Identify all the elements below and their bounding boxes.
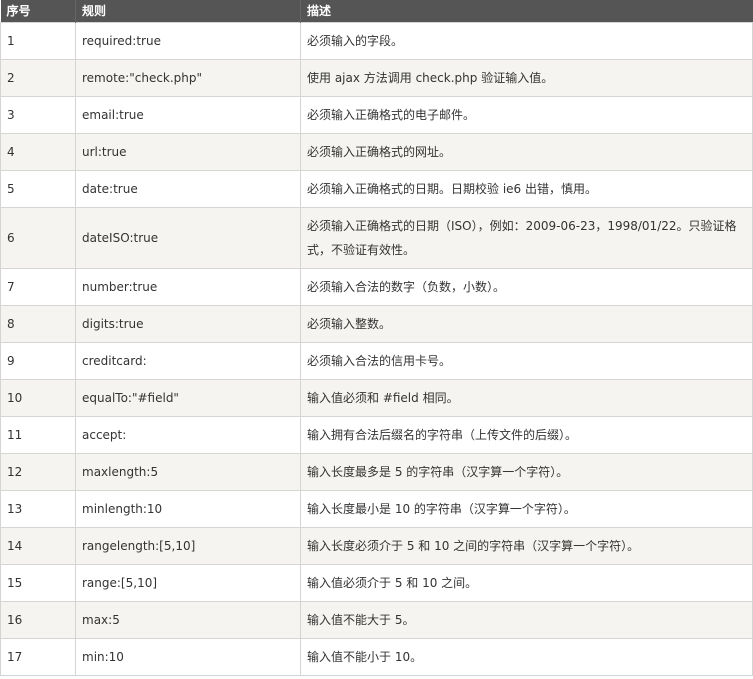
cell-description: 输入长度最多是 5 的字符串（汉字算一个字符）。	[300, 452, 753, 491]
validation-rules-table: 序号 规则 描述 1 required:true 必须输入的字段。 2 remote:"…	[0, 0, 753, 676]
table-header: 序号 规则 描述	[0, 0, 753, 22]
cell-description: 必须输入正确格式的日期。日期校验 ie6 出错，慎用。	[300, 169, 753, 208]
table-row: 1 required:true 必须输入的字段。	[0, 21, 753, 60]
table-row: 17 min:10 输入值不能小于 10。	[0, 637, 753, 676]
cell-index: 13	[0, 489, 76, 528]
cell-rule: digits:true	[75, 304, 301, 343]
cell-index: 3	[0, 95, 76, 134]
cell-rule: number:true	[75, 267, 301, 306]
cell-index: 17	[0, 637, 76, 676]
header-row: 序号 规则 描述	[0, 0, 753, 22]
table-row: 12 maxlength:5 输入长度最多是 5 的字符串（汉字算一个字符）。	[0, 452, 753, 491]
cell-rule: dateISO:true	[75, 206, 301, 269]
table-row: 3 email:true 必须输入正确格式的电子邮件。	[0, 95, 753, 134]
cell-index: 12	[0, 452, 76, 491]
cell-index: 7	[0, 267, 76, 306]
cell-description: 输入值不能大于 5。	[300, 600, 753, 639]
cell-description: 必须输入的字段。	[300, 21, 753, 60]
cell-description: 必须输入合法的信用卡号。	[300, 341, 753, 380]
cell-description: 必须输入正确格式的网址。	[300, 132, 753, 171]
cell-description: 使用 ajax 方法调用 check.php 验证输入值。	[300, 58, 753, 97]
cell-rule: email:true	[75, 95, 301, 134]
header-index: 序号	[6, 4, 31, 19]
table-row: 11 accept: 输入拥有合法后缀名的字符串（上传文件的后缀）。	[0, 415, 753, 454]
cell-description: 输入拥有合法后缀名的字符串（上传文件的后缀）。	[300, 415, 753, 454]
cell-index: 10	[0, 378, 76, 417]
header-description: 描述	[300, 0, 753, 22]
table-row: 7 number:true 必须输入合法的数字（负数，小数）。	[0, 267, 753, 306]
cell-index: 2	[0, 58, 76, 97]
cell-rule: rangelength:[5,10]	[75, 526, 301, 565]
cell-description: 必须输入合法的数字（负数，小数）。	[300, 267, 753, 306]
table-row: 6 dateISO:true 必须输入正确格式的日期（ISO），例如：2009-06…	[0, 206, 753, 269]
cell-rule: accept:	[75, 415, 301, 454]
table-row: 9 creditcard: 必须输入合法的信用卡号。	[0, 341, 753, 380]
cell-description: 输入值不能小于 10。	[300, 637, 753, 676]
table-row: 15 range:[5,10] 输入值必须介于 5 和 10 之间。	[0, 563, 753, 602]
header-rule: 规则	[75, 0, 301, 22]
cell-description: 必须输入整数。	[300, 304, 753, 343]
table-row: 2 remote:"check.php" 使用 ajax 方法调用 check.ph…	[0, 58, 753, 97]
cell-description: 输入值必须和 #field 相同。	[300, 378, 753, 417]
cell-rule: required:true	[75, 21, 301, 60]
cell-rule: minlength:10	[75, 489, 301, 528]
cell-rule: equalTo:"#field"	[75, 378, 301, 417]
table-row: 14 rangelength:[5,10] 输入长度必须介于 5 和 10 之间的字…	[0, 526, 753, 565]
cell-rule: min:10	[75, 637, 301, 676]
cell-index: 4	[0, 132, 76, 171]
table-row: 13 minlength:10 输入长度最小是 10 的字符串（汉字算一个字符）。	[0, 489, 753, 528]
cell-description: 输入长度必须介于 5 和 10 之间的字符串（汉字算一个字符）。	[300, 526, 753, 565]
cell-index: 16	[0, 600, 76, 639]
table-row: 8 digits:true 必须输入整数。	[0, 304, 753, 343]
cell-rule: max:5	[75, 600, 301, 639]
cell-rule: date:true	[75, 169, 301, 208]
cell-rule: remote:"check.php"	[75, 58, 301, 97]
table-body: 1 required:true 必须输入的字段。 2 remote:"check.php…	[0, 21, 753, 676]
cell-rule: url:true	[75, 132, 301, 171]
cell-rule: range:[5,10]	[75, 563, 301, 602]
cell-index: 6	[0, 206, 76, 269]
cell-rule: maxlength:5	[75, 452, 301, 491]
cell-index: 5	[0, 169, 76, 208]
cell-description: 输入值必须介于 5 和 10 之间。	[300, 563, 753, 602]
cell-index: 8	[0, 304, 76, 343]
cell-index: 1	[0, 21, 76, 60]
table-row: 16 max:5 输入值不能大于 5。	[0, 600, 753, 639]
cell-index: 9	[0, 341, 76, 380]
table-row: 5 date:true 必须输入正确格式的日期。日期校验 ie6 出错，慎用。	[0, 169, 753, 208]
cell-index: 15	[0, 563, 76, 602]
table-row: 4 url:true 必须输入正确格式的网址。	[0, 132, 753, 171]
cell-index: 14	[0, 526, 76, 565]
cell-index: 11	[0, 415, 76, 454]
cell-description: 输入长度最小是 10 的字符串（汉字算一个字符）。	[300, 489, 753, 528]
cell-description: 必须输入正确格式的日期（ISO），例如：2009-06-23，1998/01/2…	[300, 206, 753, 269]
cell-rule: creditcard:	[75, 341, 301, 380]
cell-description: 必须输入正确格式的电子邮件。	[300, 95, 753, 134]
table-row: 10 equalTo:"#field" 输入值必须和 #field 相同。	[0, 378, 753, 417]
